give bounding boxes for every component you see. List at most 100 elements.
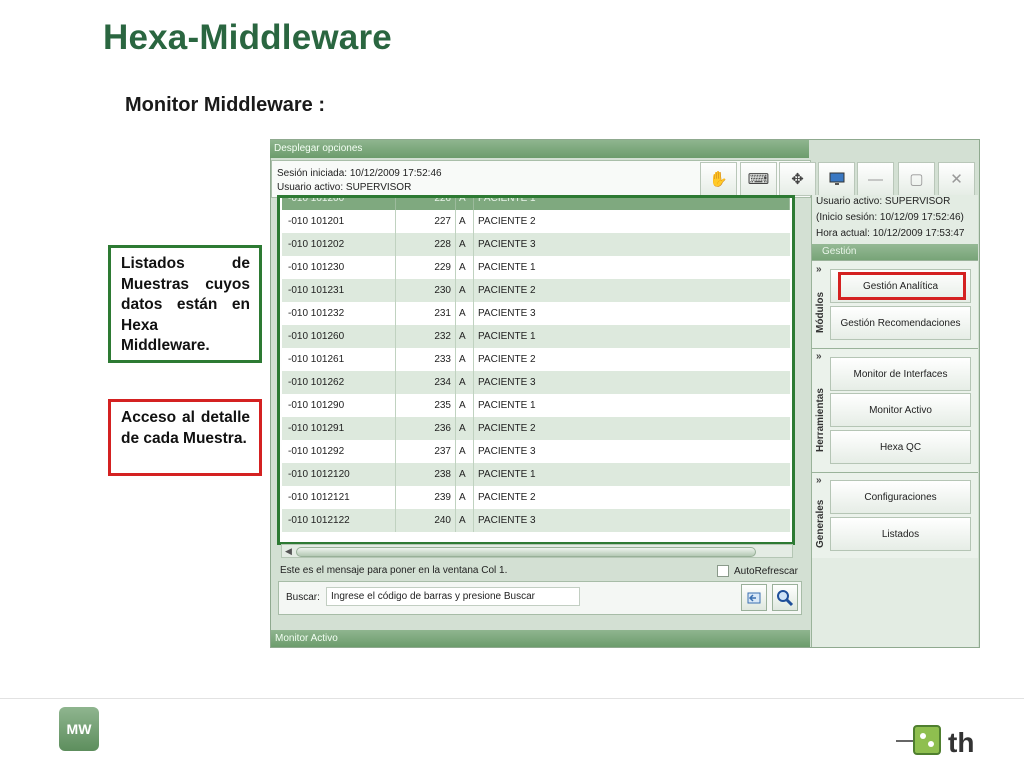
monitor-interfaces-button[interactable]: Monitor de Interfaces xyxy=(830,357,971,391)
number-cell: 238 xyxy=(396,463,456,486)
gestion-header[interactable]: Gestión xyxy=(812,244,978,260)
number-cell: 234 xyxy=(396,371,456,394)
patient-cell: PACIENTE 3 xyxy=(478,377,536,388)
options-bar[interactable]: Desplegar opciones xyxy=(270,140,809,158)
number-cell: 230 xyxy=(396,279,456,302)
autorefresh-checkbox[interactable] xyxy=(717,565,729,577)
table-row[interactable]: -010 1012121 239 A PACIENTE 2 xyxy=(282,486,790,509)
autorefresh-toggle[interactable]: AutoRefrescar xyxy=(717,565,798,577)
number-cell: 231 xyxy=(396,302,456,325)
move-icon[interactable]: ✥ xyxy=(779,162,816,196)
table-row[interactable]: -010 1012122 240 A PACIENTE 3 xyxy=(282,509,790,532)
maximize-icon[interactable]: ▢ xyxy=(898,162,935,196)
barcode-cell: -010 101262 xyxy=(282,371,396,394)
patient-cell: PACIENTE 2 xyxy=(478,423,536,434)
barcode-cell: -010 101260 xyxy=(282,325,396,348)
svg-text:th: th xyxy=(948,727,974,758)
table-row[interactable]: -010 1012120 238 A PACIENTE 1 xyxy=(282,463,790,486)
search-button[interactable] xyxy=(772,584,798,611)
patient-cell: PACIENTE 2 xyxy=(478,354,536,365)
patient-cell: PACIENTE 1 xyxy=(478,469,536,480)
patient-cell: PACIENTE 1 xyxy=(478,400,536,411)
table-row[interactable]: -010 101290 235 A PACIENTE 1 xyxy=(282,394,790,417)
table-row[interactable]: -010 101200 226 A PACIENTE 1 xyxy=(282,198,790,210)
listados-button[interactable]: Listados xyxy=(830,517,971,551)
slide-title: Hexa-Middleware xyxy=(103,18,392,57)
status-cell: A xyxy=(456,198,474,210)
patient-cell: PACIENTE 3 xyxy=(478,515,536,526)
hexa-qc-button[interactable]: Hexa QC xyxy=(830,430,971,464)
table-row[interactable]: -010 101230 229 A PACIENTE 1 xyxy=(282,256,790,279)
number-cell: 227 xyxy=(396,210,456,233)
patient-cell: PACIENTE 1 xyxy=(474,198,790,210)
table-row[interactable]: -010 101201 227 A PACIENTE 2 xyxy=(282,210,790,233)
table-row[interactable]: -010 101202 228 A PACIENTE 3 xyxy=(282,233,790,256)
callout-acceso: Acceso al detalle de cada Muestra. xyxy=(108,399,262,476)
table-row[interactable]: -010 101260 232 A PACIENTE 1 xyxy=(282,325,790,348)
right-current-time: Hora actual: 10/12/2009 17:53:47 xyxy=(816,228,965,239)
minimize-icon[interactable]: — xyxy=(857,162,894,196)
gestion-recomendaciones-button[interactable]: Gestión Recomendaciones xyxy=(830,306,971,340)
scroll-thumb[interactable] xyxy=(296,547,756,557)
barcode-cell: -010 101201 xyxy=(282,210,396,233)
generales-chevron-icon[interactable]: » xyxy=(816,475,822,486)
patient-cell: PACIENTE 2 xyxy=(478,216,536,227)
herramientas-chevron-icon[interactable]: » xyxy=(816,351,822,362)
table-row[interactable]: -010 101291 236 A PACIENTE 2 xyxy=(282,417,790,440)
barcode-cell: -010 101200 xyxy=(282,198,396,210)
th-logo: th xyxy=(896,725,974,758)
barcode-cell: -010 101231 xyxy=(282,279,396,302)
hand-icon[interactable]: ✋ xyxy=(700,162,737,196)
slide-subtitle: Monitor Middleware : xyxy=(125,94,325,116)
back-button[interactable] xyxy=(741,584,767,611)
number-cell: 233 xyxy=(396,348,456,371)
barcode-cell: -010 101202 xyxy=(282,233,396,256)
status-cell: A xyxy=(456,348,474,371)
patient-cell: PACIENTE 3 xyxy=(478,239,536,250)
number-cell: 229 xyxy=(396,256,456,279)
patient-cell: PACIENTE 2 xyxy=(478,492,536,503)
patient-cell: PACIENTE 3 xyxy=(478,446,536,457)
gestion-analitica-highlight xyxy=(838,272,966,300)
status-cell: A xyxy=(456,394,474,417)
patient-cell: PACIENTE 1 xyxy=(478,331,536,342)
number-cell: 228 xyxy=(396,233,456,256)
status-cell: A xyxy=(456,440,474,463)
table-row[interactable]: -010 101231 230 A PACIENTE 2 xyxy=(282,279,790,302)
horizontal-scrollbar[interactable]: ◀ xyxy=(281,544,793,558)
back-icon xyxy=(747,592,761,603)
configuraciones-button[interactable]: Configuraciones xyxy=(830,480,971,514)
barcode-cell: -010 1012120 xyxy=(282,463,396,486)
search-label: Buscar: xyxy=(286,592,320,603)
close-icon[interactable]: ✕ xyxy=(938,162,975,196)
number-cell: 239 xyxy=(396,486,456,509)
status-cell: A xyxy=(456,463,474,486)
search-input[interactable]: Ingrese el código de barras y presione B… xyxy=(326,587,580,606)
keyboard-icon[interactable]: ⌨ xyxy=(740,162,777,196)
status-message: Este es el mensaje para poner en la vent… xyxy=(280,565,508,576)
active-user: Usuario activo: SUPERVISOR xyxy=(277,182,412,193)
samples-grid: -010 101200 226 A PACIENTE 1 -010 101201… xyxy=(277,195,795,545)
modulos-chevron-icon[interactable]: » xyxy=(816,264,822,275)
status-cell: A xyxy=(456,233,474,256)
callout-listados: Listados de Muestras cuyos datos están e… xyxy=(108,245,262,363)
number-cell: 237 xyxy=(396,440,456,463)
status-cell: A xyxy=(456,302,474,325)
mw-logo: MW xyxy=(59,707,99,751)
number-cell: 232 xyxy=(396,325,456,348)
status-cell: A xyxy=(456,210,474,233)
table-row[interactable]: -010 101261 233 A PACIENTE 2 xyxy=(282,348,790,371)
monitor-activo-button[interactable]: Monitor Activo xyxy=(830,393,971,427)
table-row[interactable]: -010 101232 231 A PACIENTE 3 xyxy=(282,302,790,325)
monitor-status-bar: Monitor Activo xyxy=(271,630,810,647)
monitor-icon[interactable] xyxy=(818,162,855,196)
status-cell: A xyxy=(456,486,474,509)
table-row[interactable]: -010 101262 234 A PACIENTE 3 xyxy=(282,371,790,394)
barcode-cell: -010 101232 xyxy=(282,302,396,325)
footer-divider xyxy=(0,698,1024,699)
scroll-left-icon[interactable]: ◀ xyxy=(285,545,292,557)
session-started: Sesión iniciada: 10/12/2009 17:52:46 xyxy=(277,168,442,179)
status-cell: A xyxy=(456,417,474,440)
table-row[interactable]: -010 101292 237 A PACIENTE 3 xyxy=(282,440,790,463)
number-cell: 240 xyxy=(396,509,456,532)
